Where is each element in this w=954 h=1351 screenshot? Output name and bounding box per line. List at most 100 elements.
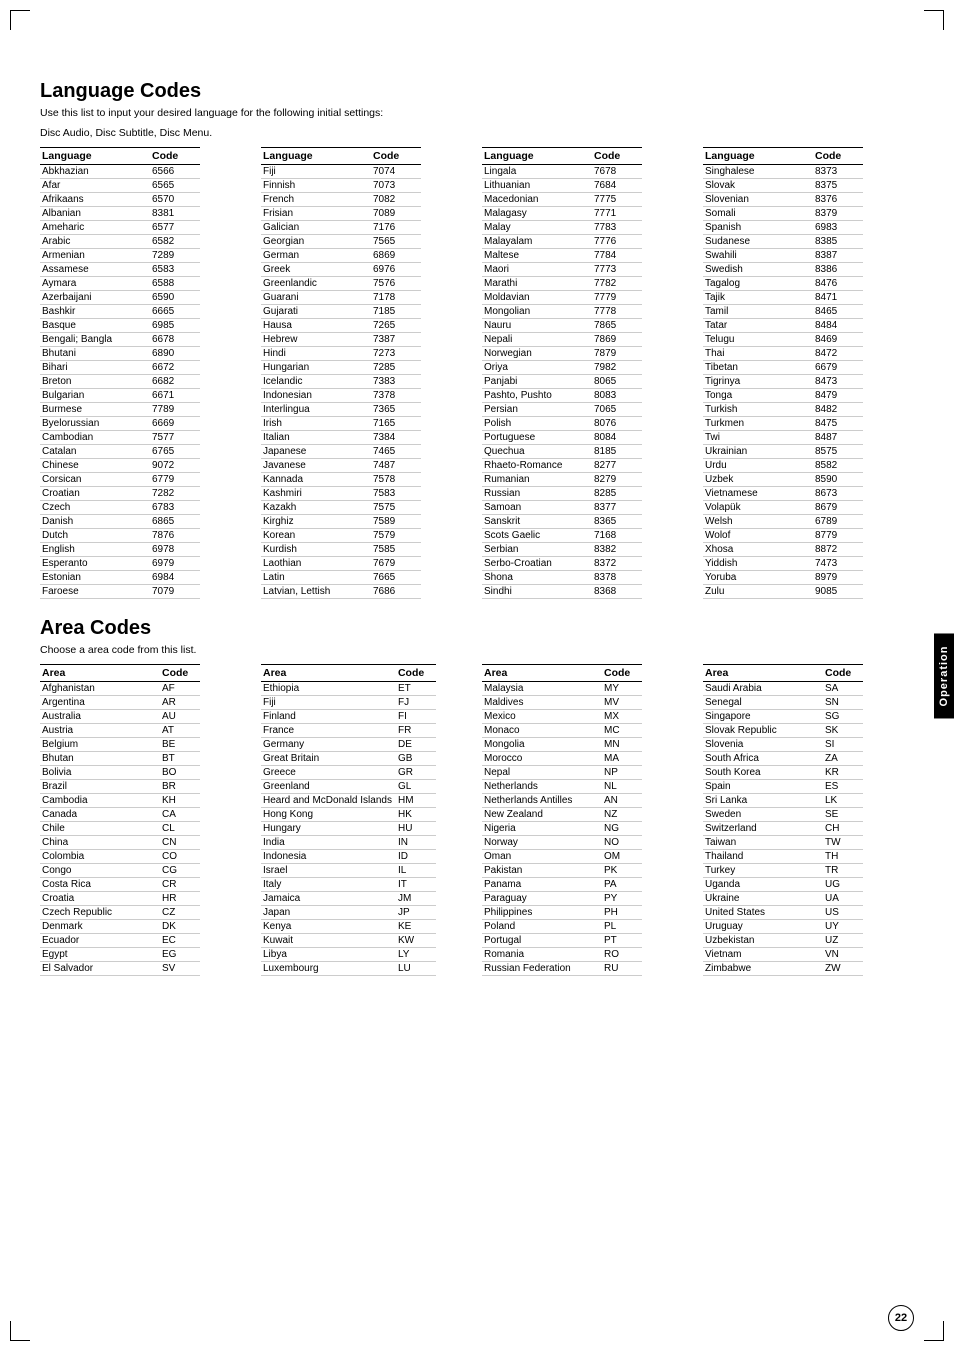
area-code: MN: [602, 738, 642, 752]
area-table-row: New ZealandNZ: [482, 808, 642, 822]
language-name: Byelorussian: [40, 417, 150, 431]
language-code: 8185: [592, 445, 642, 459]
area-table-row: SingaporeSG: [703, 710, 863, 724]
language-table-row: Uzbek8590: [703, 473, 863, 487]
language-table-row: Malagasy7771: [482, 207, 642, 221]
area-code: SE: [823, 808, 863, 822]
language-code: 8487: [813, 431, 863, 445]
area-name: Italy: [261, 878, 396, 892]
language-table-row: Xhosa8872: [703, 543, 863, 557]
language-code: 7585: [371, 543, 421, 557]
language-name: Norwegian: [482, 347, 592, 361]
area-name: Mexico: [482, 710, 602, 724]
area-col-header-3: Area: [482, 665, 602, 682]
language-name: Estonian: [40, 571, 150, 585]
area-name: China: [40, 836, 160, 850]
area-code: BT: [160, 752, 200, 766]
area-table-row: UgandaUG: [703, 878, 863, 892]
language-code: 7082: [371, 193, 421, 207]
language-code: 7589: [371, 515, 421, 529]
language-table-row: Slovak8375: [703, 179, 863, 193]
language-name: Sindhi: [482, 585, 592, 599]
language-code: 8084: [592, 431, 642, 445]
language-name: Laothian: [261, 557, 371, 571]
area-code: MA: [602, 752, 642, 766]
language-table-row: Oriya7982: [482, 361, 642, 375]
language-table-row: Nauru7865: [482, 319, 642, 333]
code-col-header-4: Code: [813, 148, 863, 165]
language-name: Catalan: [40, 445, 150, 459]
language-table-row: Catalan6765: [40, 445, 200, 459]
language-name: Icelandic: [261, 375, 371, 389]
language-code: 8386: [813, 263, 863, 277]
area-table-col-4: Area Code Saudi ArabiaSASenegalSNSingapo…: [703, 664, 914, 976]
language-code: 6672: [150, 361, 200, 375]
language-code: 7384: [371, 431, 421, 445]
language-table-col-2: Language Code Fiji7074Finnish7073French7…: [261, 147, 472, 599]
language-name: Esperanto: [40, 557, 150, 571]
language-table-row: Arabic6582: [40, 235, 200, 249]
language-name: Ameharic: [40, 221, 150, 235]
language-table-row: Serbo-Croatian8372: [482, 557, 642, 571]
language-table-row: Telugu8469: [703, 333, 863, 347]
language-name: Tajik: [703, 291, 813, 305]
area-name: Slovenia: [703, 738, 823, 752]
language-name: Assamese: [40, 263, 150, 277]
language-code: 8590: [813, 473, 863, 487]
area-code: SV: [160, 962, 200, 976]
area-code: PA: [602, 878, 642, 892]
language-code: 7473: [813, 557, 863, 571]
area-code: GR: [396, 766, 436, 780]
area-table-row: SenegalSN: [703, 696, 863, 710]
area-code: AT: [160, 724, 200, 738]
language-name: Zulu: [703, 585, 813, 599]
language-table-row: Kazakh7575: [261, 501, 421, 515]
area-name: Sri Lanka: [703, 794, 823, 808]
area-tables-wrapper: Area Code AfghanistanAFArgentinaARAustra…: [40, 664, 914, 976]
language-table-row: Greek6976: [261, 263, 421, 277]
language-subtitle2: Disc Audio, Disc Subtitle, Disc Menu.: [40, 127, 914, 139]
area-name: Bolivia: [40, 766, 160, 780]
language-table-row: Basque6985: [40, 319, 200, 333]
area-table-row: IndonesiaID: [261, 850, 436, 864]
language-name: Hausa: [261, 319, 371, 333]
language-table-row: Sindhi8368: [482, 585, 642, 599]
language-name: Afrikaans: [40, 193, 150, 207]
language-code: 8368: [592, 585, 642, 599]
language-table-col-3: Language Code Lingala7678Lithuanian7684M…: [482, 147, 693, 599]
language-name: Guarani: [261, 291, 371, 305]
area-code: GL: [396, 780, 436, 794]
area-code: US: [823, 906, 863, 920]
language-name: Thai: [703, 347, 813, 361]
language-name: Corsican: [40, 473, 150, 487]
language-code: 6983: [813, 221, 863, 235]
language-code: 7771: [592, 207, 642, 221]
language-name: Aymara: [40, 277, 150, 291]
area-code: MC: [602, 724, 642, 738]
area-name: Chile: [40, 822, 160, 836]
language-name: Tagalog: [703, 277, 813, 291]
area-code: VN: [823, 948, 863, 962]
area-name: Philippines: [482, 906, 602, 920]
language-code: 8673: [813, 487, 863, 501]
language-name: Wolof: [703, 529, 813, 543]
language-name: Greek: [261, 263, 371, 277]
area-code: MV: [602, 696, 642, 710]
area-name: Sweden: [703, 808, 823, 822]
corner-mark-bl: [10, 1321, 30, 1341]
acode-col-header-1: Code: [160, 665, 200, 682]
language-code: 6865: [150, 515, 200, 529]
lang-col-header-3: Language: [482, 148, 592, 165]
language-table-row: Icelandic7383: [261, 375, 421, 389]
language-table-row: Afar6565: [40, 179, 200, 193]
language-table-row: Swedish8386: [703, 263, 863, 277]
language-table-row: French7082: [261, 193, 421, 207]
code-col-header-3: Code: [592, 148, 642, 165]
area-name: Ethiopia: [261, 682, 396, 696]
area-name: Brazil: [40, 780, 160, 794]
area-code: BE: [160, 738, 200, 752]
area-name: India: [261, 836, 396, 850]
language-table-row: Kurdish7585: [261, 543, 421, 557]
area-table-row: BrazilBR: [40, 780, 200, 794]
area-code: JM: [396, 892, 436, 906]
